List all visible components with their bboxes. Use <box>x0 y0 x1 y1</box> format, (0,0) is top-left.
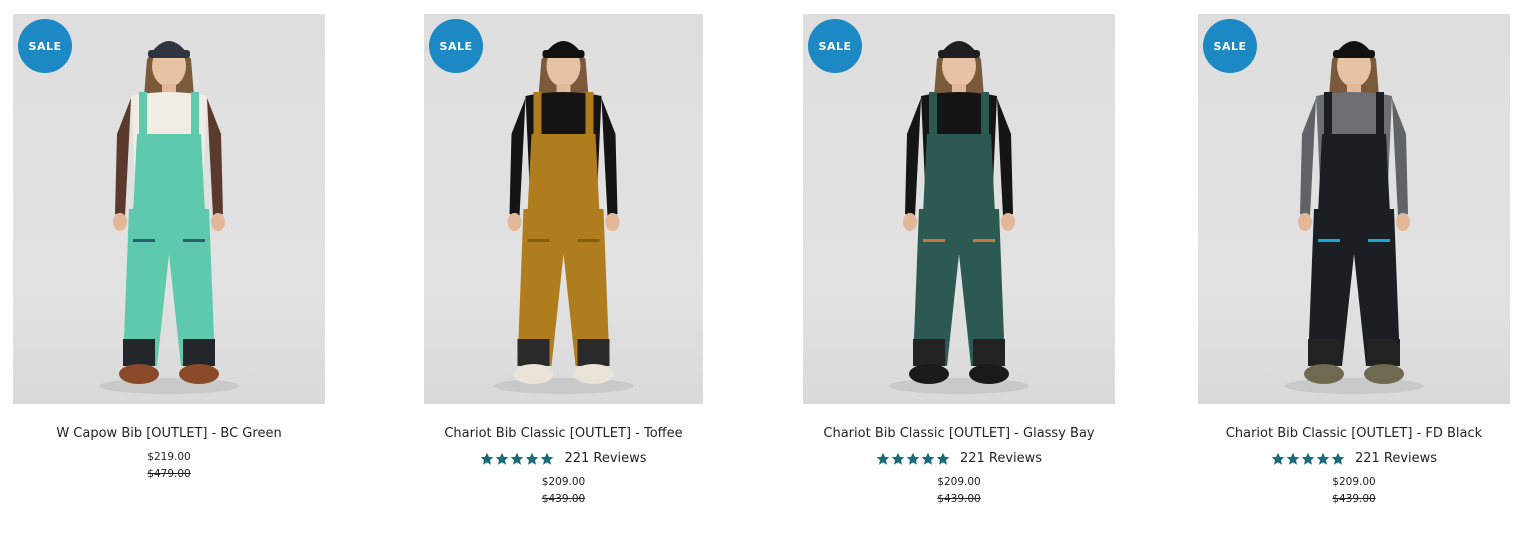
star-icon <box>511 452 524 465</box>
star-icon <box>541 452 554 465</box>
star-icon <box>496 452 509 465</box>
reviews-count: 221 Reviews <box>564 451 647 466</box>
price-block: $219.00 $479.00 <box>13 449 325 483</box>
model-figure <box>493 41 634 394</box>
price-block: $209.00 $439.00 <box>1168 474 1538 508</box>
original-price: $439.00 <box>937 493 981 505</box>
rating-summary[interactable]: 221 Reviews <box>364 451 763 466</box>
star-icon <box>891 452 905 465</box>
sale-price: $209.00 <box>541 476 586 488</box>
sale-badge: SALE <box>808 19 862 73</box>
original-price: $439.00 <box>541 493 586 505</box>
star-icon <box>936 452 950 465</box>
star-rating <box>876 452 950 466</box>
star-icon <box>906 452 920 465</box>
sale-price: $209.00 <box>1332 476 1376 488</box>
star-rating <box>1271 452 1345 466</box>
star-icon <box>481 452 494 465</box>
reviews-count: 221 Reviews <box>959 451 1043 466</box>
reviews-count: 221 Reviews <box>1354 451 1438 466</box>
product-card: SALE Chariot Bib Classic [OUTLET] - Glas… <box>803 14 1115 505</box>
star-icon <box>1301 452 1315 465</box>
original-price: $479.00 <box>147 468 191 480</box>
product-photo <box>1284 41 1424 394</box>
sale-badge: SALE <box>429 19 483 73</box>
model-figure <box>889 41 1029 394</box>
original-price: $439.00 <box>1332 493 1376 505</box>
product-title[interactable]: Chariot Bib Classic [OUTLET] - Toffee <box>364 426 763 441</box>
price-block: $209.00 $439.00 <box>763 474 1155 508</box>
rating-summary[interactable]: 221 Reviews <box>1168 451 1538 466</box>
product-card: SALE W Capow Bib [OUTLET] - BC Green $21… <box>13 14 325 480</box>
product-photo <box>493 41 634 394</box>
rating-summary[interactable]: 221 Reviews <box>763 451 1155 466</box>
star-icon <box>876 452 890 465</box>
star-rating <box>480 452 554 466</box>
sale-badge: SALE <box>18 19 72 73</box>
product-photo <box>99 41 239 394</box>
product-image-link[interactable]: SALE <box>803 14 1115 404</box>
star-icon <box>526 452 539 465</box>
star-icon <box>921 452 935 465</box>
product-image-link[interactable]: SALE <box>1198 14 1510 404</box>
star-icon <box>1271 452 1285 465</box>
star-icon <box>1316 452 1330 465</box>
model-figure <box>1284 41 1424 394</box>
sale-badge: SALE <box>1203 19 1257 73</box>
product-image-link[interactable]: SALE <box>13 14 325 404</box>
product-card: SALE Chariot Bib Classic [OUTLET] - FD B… <box>1198 14 1510 505</box>
sale-price: $209.00 <box>937 476 981 488</box>
price-block: $209.00 $439.00 <box>364 474 763 508</box>
product-card: SALE Chariot Bib Classic [OUTLET] - Toff… <box>424 14 703 505</box>
star-icon <box>1331 452 1345 465</box>
model-figure <box>99 41 239 394</box>
product-grid: SALE W Capow Bib [OUTLET] - BC Green $21… <box>0 0 1538 536</box>
product-title[interactable]: Chariot Bib Classic [OUTLET] - Glassy Ba… <box>763 426 1155 441</box>
sale-price: $219.00 <box>147 451 191 463</box>
product-photo <box>889 41 1029 394</box>
product-image-link[interactable]: SALE <box>424 14 703 404</box>
product-title[interactable]: W Capow Bib [OUTLET] - BC Green <box>13 426 325 441</box>
star-icon <box>1286 452 1300 465</box>
product-title[interactable]: Chariot Bib Classic [OUTLET] - FD Black <box>1168 426 1538 441</box>
